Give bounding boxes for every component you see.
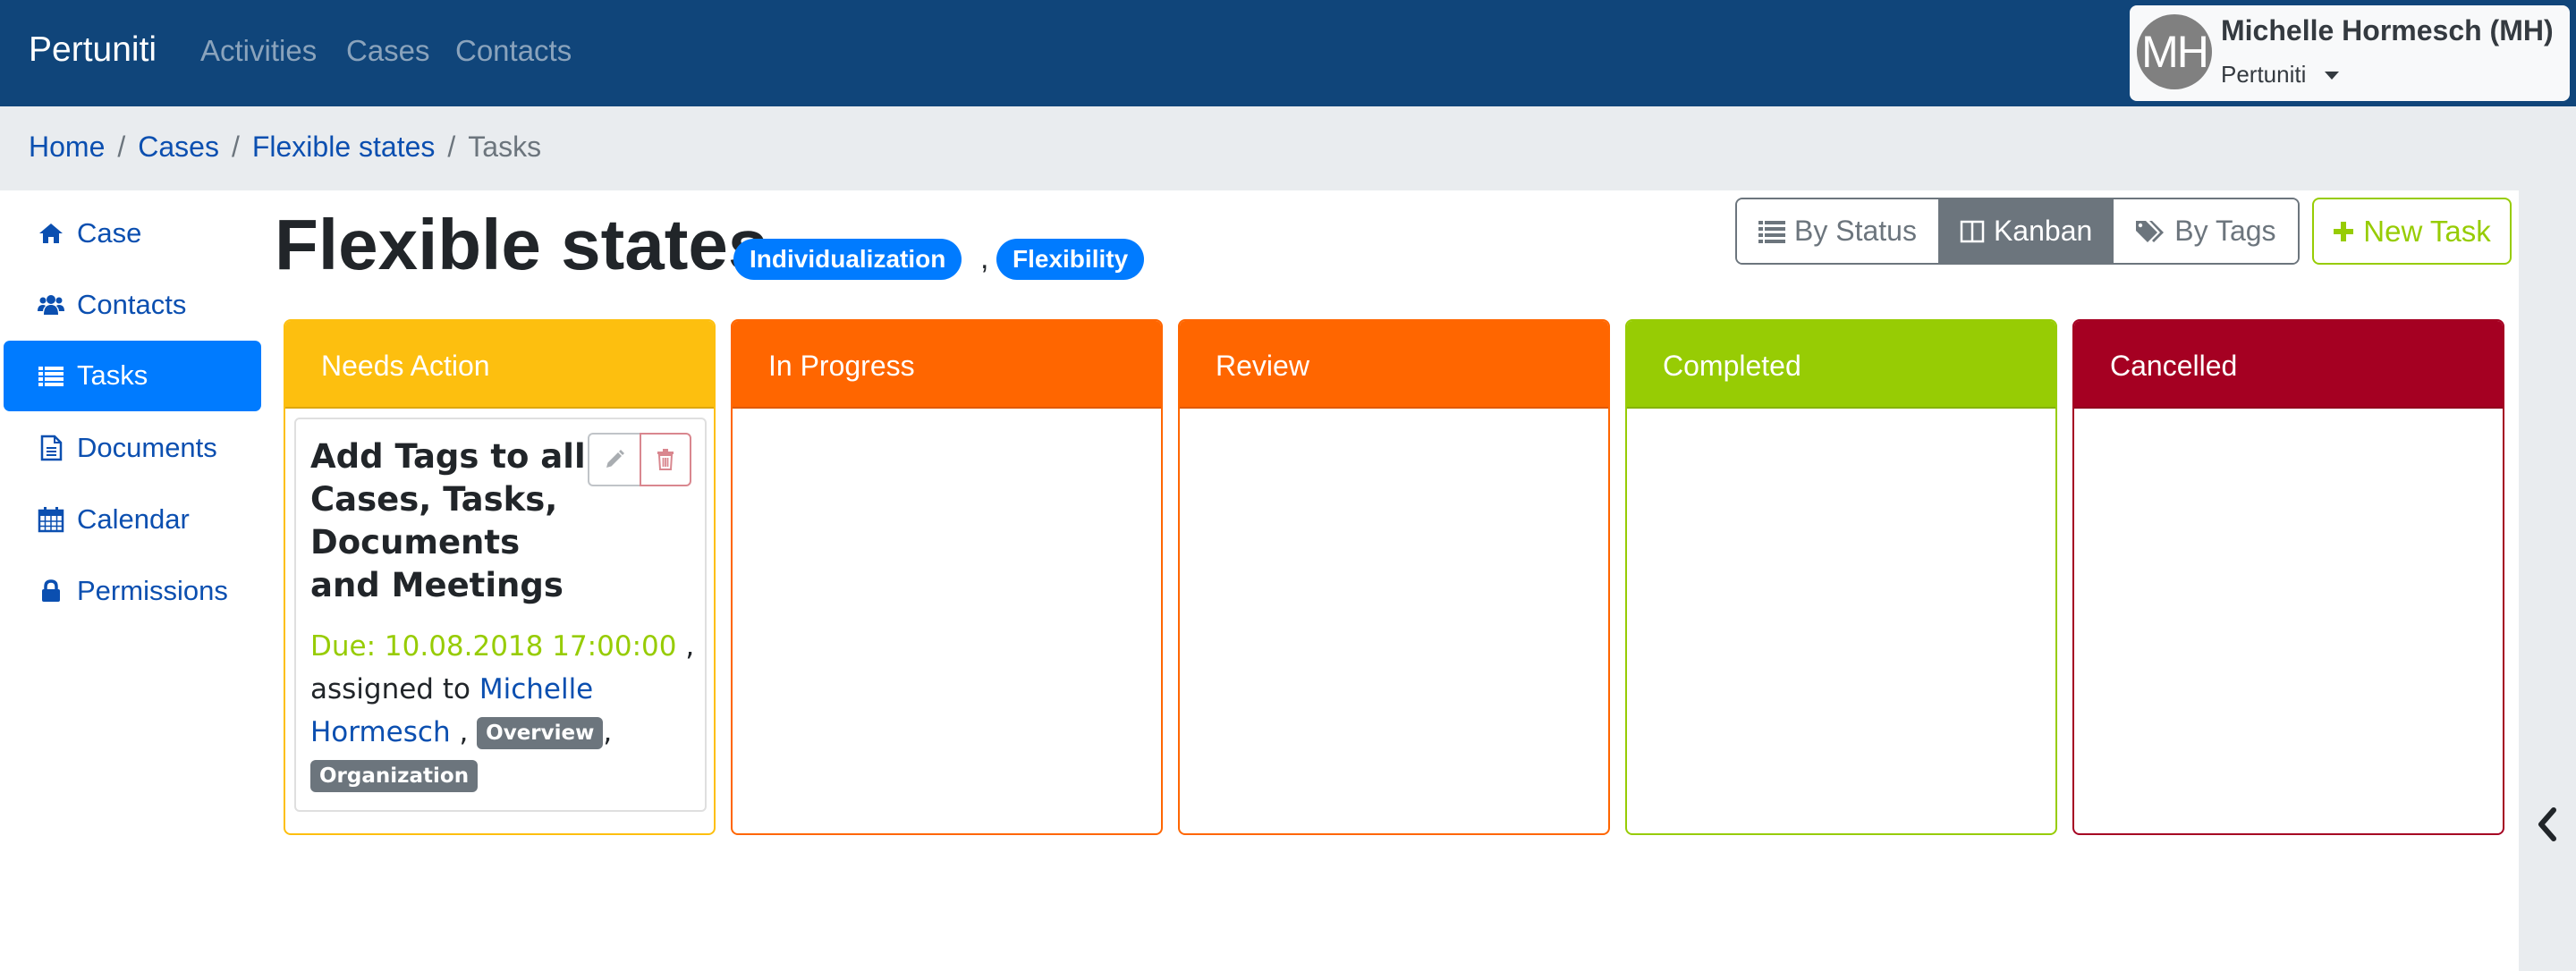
sidebar-item-contacts[interactable]: Contacts [4,270,261,341]
document-icon [40,435,63,461]
users-icon [38,295,64,315]
caret-down-icon[interactable] [2325,72,2339,80]
sidebar-item-label: Documents [77,432,217,463]
user-name: Michelle Hormesch (MH) [2221,14,2554,46]
sidebar-item-documents[interactable]: Documents [4,413,261,484]
sidebar-item-label: Calendar [77,503,190,535]
lock-icon [42,579,60,602]
breadcrumb-separator: / [117,131,126,163]
sidebar-item-label: Contacts [77,289,187,320]
calendar-icon [38,507,64,533]
case-tag-flexibility[interactable]: Flexibility [996,239,1145,280]
view-label: By Tags [2174,215,2276,247]
task-card[interactable]: Add Tags to all Cases, Tasks, Documents … [294,418,707,812]
task-meta: Due: 10.08.2018 17:00:00 , assigned to M… [310,625,695,797]
kanban-column-review: Review [1178,319,1610,835]
case-tag-individualization[interactable]: Individualization [733,239,962,280]
view-by-status-button[interactable]: By Status [1737,199,1938,263]
breadcrumb-separator: / [447,131,456,163]
view-kanban-button[interactable]: Kanban [1937,199,2114,263]
view-label: Kanban [1993,215,2093,247]
view-label: By Status [1794,215,1917,247]
sidebar-item-permissions[interactable]: Permissions [4,556,261,627]
sidebar-item-label: Case [77,217,142,249]
breadcrumb-case[interactable]: Flexible states [252,131,436,163]
kanban-column-needs-action: Needs Action Add Tags to all Cases, Task… [284,319,716,835]
sidebar-item-calendar[interactable]: Calendar [4,485,261,555]
sidebar-item-label: Permissions [77,575,228,606]
list-icon [38,367,64,386]
task-tag-badge[interactable]: Overview [477,717,604,749]
kanban-column-cancelled: Cancelled [2072,319,2504,835]
home-icon [39,224,63,243]
breadcrumb-current: Tasks [468,131,542,163]
sidebar-item-label: Tasks [77,359,148,391]
column-header: Needs Action [285,321,714,409]
avatar: MH [2137,14,2212,89]
trash-icon [657,449,674,470]
chevron-left-icon[interactable] [2534,806,2561,842]
breadcrumb-separator: / [231,131,240,163]
plus-icon [2334,221,2354,241]
column-header: Cancelled [2074,321,2503,409]
sidebar-item-tasks[interactable]: Tasks [4,341,261,411]
user-organization: Pertuniti [2221,61,2307,88]
kanban-column-in-progress: In Progress [731,319,1163,835]
task-due-date: Due: 10.08.2018 17:00:00 [310,630,677,663]
nav-cases[interactable]: Cases [346,34,430,68]
column-header: Completed [1627,321,2055,409]
nav-activities[interactable]: Activities [200,34,317,68]
tags-icon [2136,220,2165,242]
task-title[interactable]: Add Tags to all Cases, Tasks, Documents … [310,435,597,607]
pencil-icon [606,450,624,468]
edit-task-button[interactable] [588,433,640,486]
task-actions [588,433,692,486]
breadcrumb-home[interactable]: Home [29,131,105,163]
delete-task-button[interactable] [640,433,691,486]
task-tag-badge[interactable]: Organization [310,760,479,792]
list-icon [1758,220,1785,243]
page-title: Flexible states [275,205,768,284]
brand-logo[interactable]: Pertuniti [29,30,157,70]
column-header: In Progress [733,321,1161,409]
assigned-prefix: assigned to [310,673,470,705]
new-task-button[interactable]: New Task [2312,198,2512,265]
breadcrumb-cases[interactable]: Cases [138,131,219,163]
sidebar-item-case[interactable]: Case [4,198,261,269]
view-by-tags-button[interactable]: By Tags [2114,199,2298,263]
top-navbar: Pertuniti Activities Cases Contacts MH M… [0,0,2576,106]
columns-icon [1960,220,1985,242]
nav-contacts[interactable]: Contacts [455,34,572,68]
breadcrumb: Home / Cases / Flexible states / Tasks [29,131,541,164]
kanban-column-completed: Completed [1625,319,2057,835]
view-toggle-group: By Status Kanban By Tags [1735,198,2300,265]
user-menu[interactable]: MH Michelle Hormesch (MH) Pertuniti [2130,5,2570,101]
tag-separator: , [980,241,989,275]
column-header: Review [1180,321,1608,409]
new-task-label: New Task [2363,214,2491,248]
